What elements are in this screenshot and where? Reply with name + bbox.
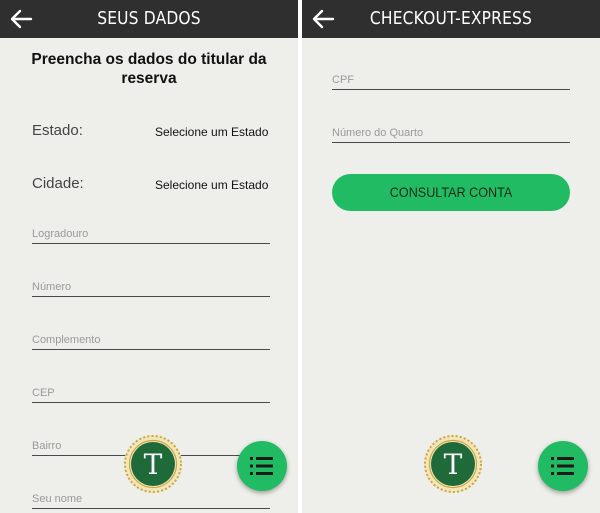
logo-letter: T <box>444 448 463 481</box>
cpf-field[interactable]: CPF <box>332 66 570 90</box>
cidade-select[interactable]: Selecione um Estado <box>155 178 268 192</box>
cep-field[interactable]: CEP <box>32 379 270 403</box>
hotel-logo: T <box>124 435 182 493</box>
screen-title: SEUS DADOS <box>97 8 201 29</box>
cidade-label: Cidade: <box>32 175 84 192</box>
app-bar: SEUS DADOS <box>0 0 298 38</box>
cep-placeholder: CEP <box>32 387 55 399</box>
estado-label: Estado: <box>32 122 83 139</box>
screen-title: CHECKOUT-EXPRESS <box>369 8 533 29</box>
form-heading: Preencha os dados do titular da reserva <box>31 51 267 87</box>
complemento-placeholder: Complemento <box>32 334 101 346</box>
checkout-express-screen: CHECKOUT-EXPRESS CPF Número do Quarto CO… <box>302 0 600 513</box>
menu-list-icon <box>250 457 273 475</box>
bairro-placeholder: Bairro <box>32 440 62 452</box>
consultar-conta-label: CONSULTAR CONTA <box>389 184 513 200</box>
cpf-placeholder: CPF <box>332 74 354 86</box>
complemento-field[interactable]: Complemento <box>32 326 270 350</box>
numero-quarto-field[interactable]: Número do Quarto <box>332 119 570 143</box>
logo-letter: T <box>144 448 163 481</box>
nome-placeholder: Seu nome <box>32 493 83 505</box>
numero-placeholder: Número <box>32 281 72 293</box>
consultar-conta-button[interactable]: CONSULTAR CONTA <box>332 174 570 211</box>
menu-fab-button[interactable] <box>538 441 588 491</box>
numero-field[interactable]: Número <box>32 273 270 297</box>
app-bar: CHECKOUT-EXPRESS <box>302 0 600 38</box>
hotel-logo: T <box>424 435 482 493</box>
numero-quarto-placeholder: Número do Quarto <box>332 127 424 139</box>
menu-fab-button[interactable] <box>237 441 287 491</box>
estado-select[interactable]: Selecione um Estado <box>155 125 268 139</box>
seus-dados-screen: SEUS DADOS Preencha os dados do titular … <box>0 0 298 513</box>
menu-list-icon <box>551 457 574 475</box>
logradouro-field[interactable]: Logradouro <box>32 220 270 244</box>
logradouro-placeholder: Logradouro <box>32 228 89 240</box>
